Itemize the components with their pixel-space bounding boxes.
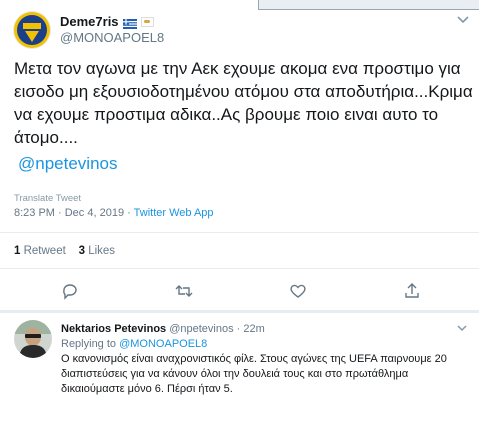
chevron-down-icon[interactable] xyxy=(455,11,471,27)
cyprus-flag-icon xyxy=(140,16,154,27)
share-icon[interactable] xyxy=(402,281,422,301)
chevron-down-icon[interactable] xyxy=(455,321,469,335)
translate-tweet-link[interactable]: Translate Tweet xyxy=(14,193,81,204)
likes-count: 3 xyxy=(78,245,85,257)
greece-flag-icon xyxy=(122,17,137,29)
apoel-logo-icon xyxy=(13,11,51,49)
divider xyxy=(0,310,479,313)
tweet-timestamp: 8:23 PM · Dec 4, 2019 · Twitter Web App xyxy=(14,207,214,219)
likes-stat[interactable]: 3 Likes xyxy=(79,245,115,257)
source-link[interactable]: Twitter Web App xyxy=(134,207,214,219)
reply-avatar[interactable] xyxy=(14,320,52,358)
window-frame-edge xyxy=(258,0,479,10)
person-photo-icon xyxy=(14,320,52,358)
reply-display-name[interactable]: Nektarios Petevinos xyxy=(61,323,166,335)
retweets-count: 1 xyxy=(14,245,21,257)
reply-text: Ο κανονισμός είναι αναχρονιστικός φίλε. … xyxy=(61,353,447,395)
likes-label: Likes xyxy=(88,245,116,257)
timestamp-text[interactable]: 8:23 PM · Dec 4, 2019 · xyxy=(14,207,134,219)
avatar[interactable] xyxy=(13,11,51,49)
retweets-stat[interactable]: 1 Retweet xyxy=(14,245,66,257)
mention-link[interactable]: @npetevinos xyxy=(18,154,118,174)
user-handle[interactable]: @MONOAPOEL8 xyxy=(60,30,164,45)
like-icon[interactable] xyxy=(288,281,308,301)
retweets-label: Retweet xyxy=(23,245,66,257)
retweet-icon[interactable] xyxy=(174,281,194,301)
display-name[interactable]: Deme7ris xyxy=(60,14,119,29)
replying-to: Replying to @MONOAPOEL8 xyxy=(61,338,207,350)
reply-header: Nektarios Petevinos @npetevinos · 22m xyxy=(61,323,265,335)
reply-icon[interactable] xyxy=(60,281,80,301)
divider xyxy=(0,232,479,233)
tweet-text: Μετα τον αγωνα με την Αεκ εχουμε ακομα ε… xyxy=(14,59,473,147)
reply-handle-time[interactable]: @npetevinos · 22m xyxy=(169,323,265,335)
display-name-row[interactable]: Deme7ris xyxy=(60,14,154,29)
replying-prefix: Replying to xyxy=(61,338,120,350)
replying-to-link[interactable]: @MONOAPOEL8 xyxy=(119,338,207,350)
divider xyxy=(0,268,479,269)
tweet-stats: 1 Retweet 3 Likes xyxy=(14,245,115,257)
